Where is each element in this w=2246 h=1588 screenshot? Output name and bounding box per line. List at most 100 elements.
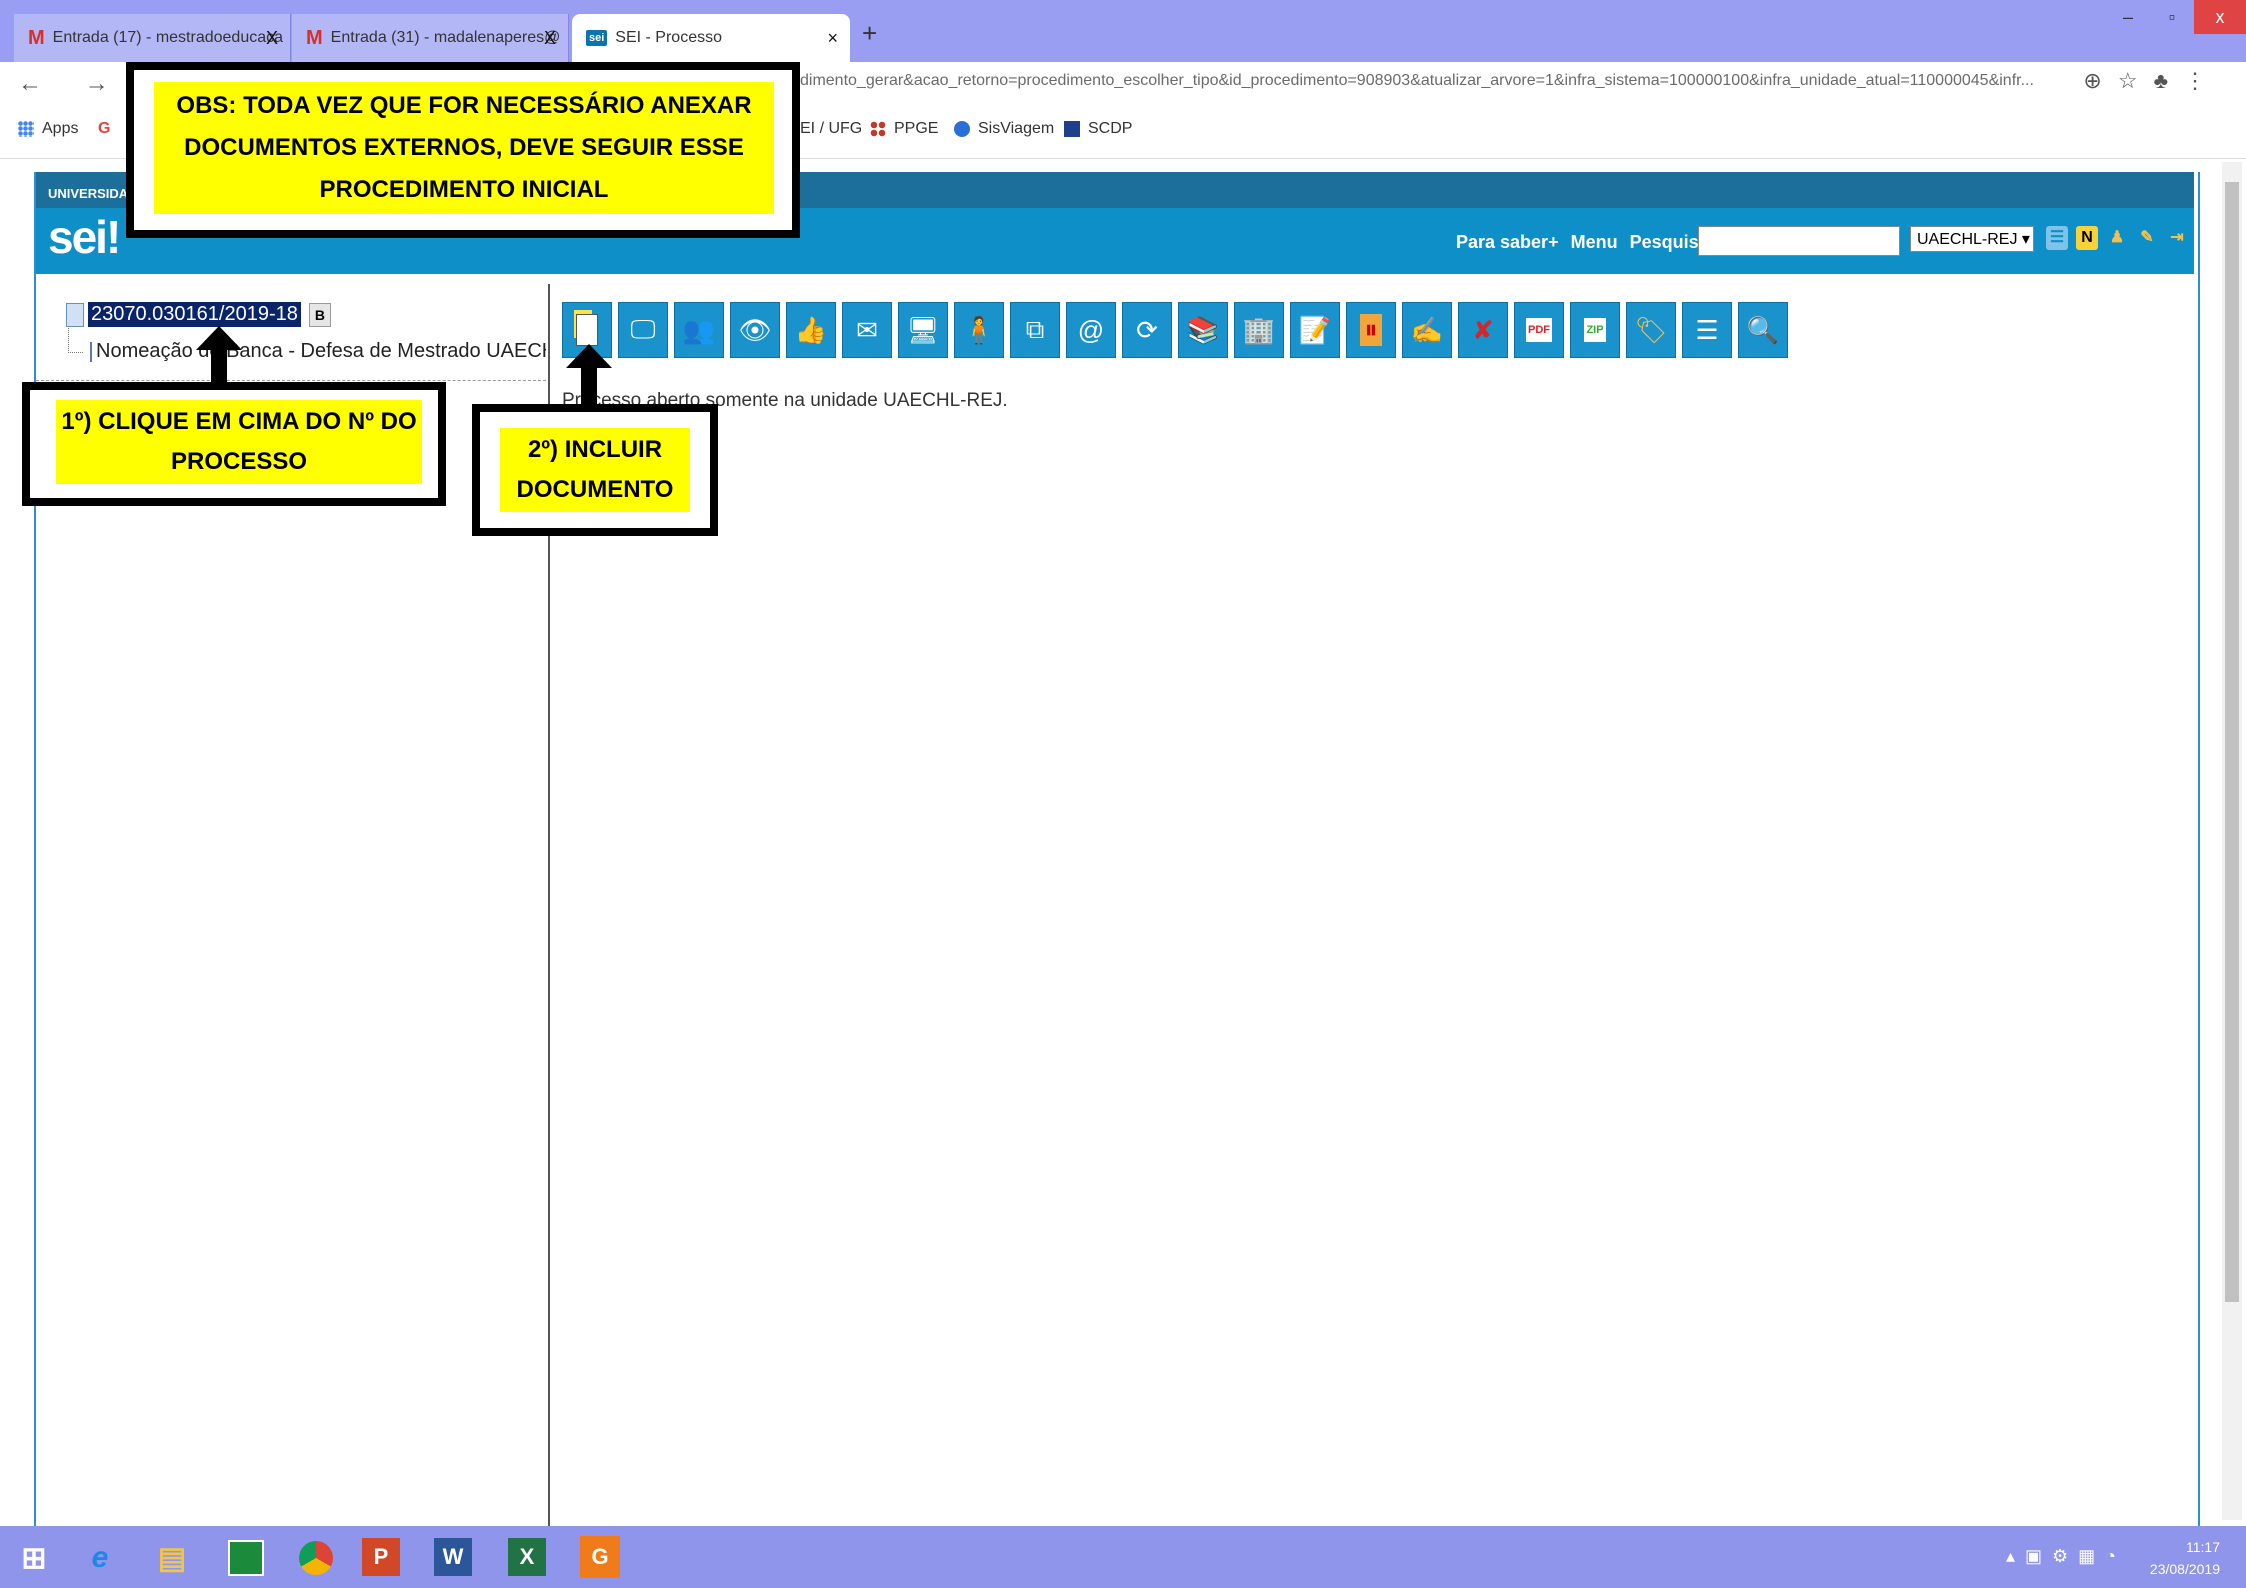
list-icon[interactable]: ☰ <box>2046 226 2068 250</box>
anotacoes-button[interactable]: 📝 <box>1290 302 1340 358</box>
ie-icon[interactable]: e <box>76 1534 124 1582</box>
document-label[interactable]: Nomeação de Banca - Defesa de Mestrado U… <box>96 340 546 363</box>
enviar-email-button[interactable]: @ <box>1066 302 1116 358</box>
concluir-processo-button[interactable]: ✍ <box>1402 302 1452 358</box>
restore-button[interactable]: ▫ <box>2150 0 2194 34</box>
process-badge[interactable]: B <box>308 302 331 327</box>
close-window-button[interactable]: x <box>2194 0 2246 34</box>
delete-icon: ✘ <box>1472 314 1494 345</box>
bookmark-google[interactable]: G <box>98 120 110 138</box>
pdf-creator-icon[interactable]: G <box>580 1536 620 1578</box>
anexar-processo-button[interactable]: 📚 <box>1178 302 1228 358</box>
close-tab-icon[interactable]: X <box>544 28 556 49</box>
pesquisa-link[interactable]: Pesquisa <box>1630 232 1709 252</box>
excel-icon[interactable]: X <box>508 1538 546 1576</box>
thumbs-up-icon: 👍 <box>794 314 828 345</box>
zip-icon: ZIP <box>1584 318 1606 342</box>
tag-icon: 🏷 <box>1634 314 1668 345</box>
tab-label: Entrada (31) - madalenaperes@ <box>330 29 561 46</box>
sobrestar-processo-button[interactable]: 🏢 <box>1234 302 1284 358</box>
consultar-processo-button[interactable]: 🖵 <box>618 302 668 358</box>
sei-header-icons: ☰ N ♟ ✎ ⇥ <box>2046 226 2188 250</box>
obs-callout: OBS: TODA VEZ QUE FOR NECESSÁRIO ANEXAR … <box>126 62 800 238</box>
ciencia-button[interactable]: 👍 <box>786 302 836 358</box>
tree-separator <box>36 380 546 381</box>
process-action-toolbar: 🖵 👥 👁 👍 ✉ 🖥 🧍 ⧉ @ ⟳ 📚 🏢 📝 ⏸ ✍ ✘ PDF ZIP … <box>562 302 1788 358</box>
new-document-icon <box>576 314 598 346</box>
magnifier-icon: 🔍 <box>1746 314 1780 345</box>
document-icon <box>90 341 92 362</box>
relacionar-processo-button[interactable]: ⟳ <box>1122 302 1172 358</box>
file-explorer-icon[interactable]: ▤ <box>148 1534 196 1582</box>
atribuir-processo-button[interactable]: 🧍 <box>954 302 1004 358</box>
excluir-button[interactable]: ✘ <box>1458 302 1508 358</box>
process-number-link[interactable]: 23070.030161/2019-18 <box>88 302 301 327</box>
new-tab-button[interactable]: + <box>862 18 877 49</box>
list-icon: ☰ <box>1695 314 1719 345</box>
zoom-icon[interactable]: ⊕ <box>2083 68 2117 93</box>
gmail-icon: M <box>28 26 45 49</box>
powerpoint-icon[interactable]: P <box>362 1538 400 1576</box>
interessados-button[interactable]: 👥 <box>674 302 724 358</box>
extension-icon[interactable]: ♣ <box>2154 68 2184 93</box>
listar-button[interactable]: ☰ <box>1682 302 1732 358</box>
tab-sei-processo[interactable]: sei SEI - Processo × <box>572 14 850 62</box>
pesquisar-processo-button[interactable]: 🔍 <box>1738 302 1788 358</box>
bookmark-scdp[interactable]: SCDP <box>1064 120 1132 138</box>
address-bar[interactable]: dimento_gerar&acao_retorno=procedimento_… <box>800 72 2034 90</box>
step2-text: 2º) INCLUIR DOCUMENTO <box>500 428 690 512</box>
sobrestar-button[interactable]: ⏸ <box>1346 302 1396 358</box>
bookmark-sisviagem[interactable]: SisViagem <box>954 120 1054 138</box>
tools-icon[interactable]: ✎ <box>2136 226 2158 250</box>
exit-icon[interactable]: ⇥ <box>2166 226 2188 250</box>
bookmark-ei-ufg[interactable]: EI / UFG <box>800 120 862 138</box>
minimize-button[interactable]: – <box>2106 0 2150 34</box>
clock-date: 23/08/2019 <box>2149 1561 2220 1577</box>
notes-icon[interactable]: N <box>2076 226 2098 250</box>
scdp-icon <box>1064 121 1080 137</box>
sei-logo[interactable]: sei! <box>48 210 121 264</box>
books-icon: 📚 <box>1186 314 1220 345</box>
menu-icon[interactable]: ⋮ <box>2184 68 2222 93</box>
scrollbar-thumb[interactable] <box>2225 182 2239 1302</box>
acompanhamento-button[interactable]: 👁 <box>730 302 780 358</box>
university-label: UNIVERSIDA <box>48 186 129 201</box>
duplicar-processo-button[interactable]: ⧉ <box>1010 302 1060 358</box>
chrome-icon[interactable] <box>292 1534 340 1582</box>
star-icon[interactable]: ☆ <box>2118 68 2154 93</box>
tab-gmail-2[interactable]: M Entrada (31) - madalenaperes@ X <box>292 14 569 62</box>
tab-gmail-1[interactable]: M Entrada (17) - mestradoeducaca X <box>14 14 291 62</box>
gerar-zip-button[interactable]: ZIP <box>1570 302 1620 358</box>
marcador-button[interactable]: 🏷 <box>1626 302 1676 358</box>
unit-select[interactable]: UAECHL-REJ ▾ <box>1910 226 2034 252</box>
enviar-processo-button[interactable]: ✉ <box>842 302 892 358</box>
tab-label: SEI - Processo <box>615 29 722 46</box>
taskbar-clock[interactable]: 11:17 23/08/2019 <box>2150 1536 2220 1580</box>
email-icon: @ <box>1077 314 1105 345</box>
toolbar-icons: ⊕☆♣⋮ <box>2083 68 2222 94</box>
search-input[interactable] <box>1698 226 1900 256</box>
para-saber-link[interactable]: Para saber+ <box>1456 232 1559 252</box>
windows-start-icon[interactable]: ⊞ <box>10 1534 58 1582</box>
store-icon[interactable] <box>222 1534 270 1582</box>
process-tree-node[interactable]: 23070.030161/2019-18 B <box>66 302 331 327</box>
document-tree-node[interactable]: Nomeação de Banca - Defesa de Mestrado U… <box>90 340 546 363</box>
close-tab-icon[interactable]: X <box>266 28 278 49</box>
user-icon[interactable]: ♟ <box>2106 226 2128 250</box>
gerar-pdf-button[interactable]: PDF <box>1514 302 1564 358</box>
pause-icon: ⏸ <box>1360 314 1382 346</box>
bookmark-apps[interactable]: Apps <box>18 120 78 138</box>
bookmark-ppge[interactable]: PPGE <box>870 120 938 138</box>
system-tray-icons[interactable]: ▴▣⚙▦◔ <box>2006 1546 2126 1567</box>
atualizar-andamento-button[interactable]: 🖥 <box>898 302 948 358</box>
building-icon: 🏢 <box>1242 314 1276 345</box>
apps-grid-icon <box>18 121 34 137</box>
duplicate-icon: ⧉ <box>1025 314 1045 344</box>
step1-text: 1º) CLIQUE EM CIMA DO Nº DO PROCESSO <box>56 400 422 484</box>
tab-label: Entrada (17) - mestradoeducaca <box>52 29 284 46</box>
edit-document-icon: ✍ <box>1410 314 1444 345</box>
sei-header-links: Para saber+ Menu Pesquisa <box>1456 232 1721 253</box>
word-icon[interactable]: W <box>434 1538 472 1576</box>
menu-link[interactable]: Menu <box>1571 232 1618 252</box>
close-tab-icon[interactable]: × <box>827 28 838 49</box>
